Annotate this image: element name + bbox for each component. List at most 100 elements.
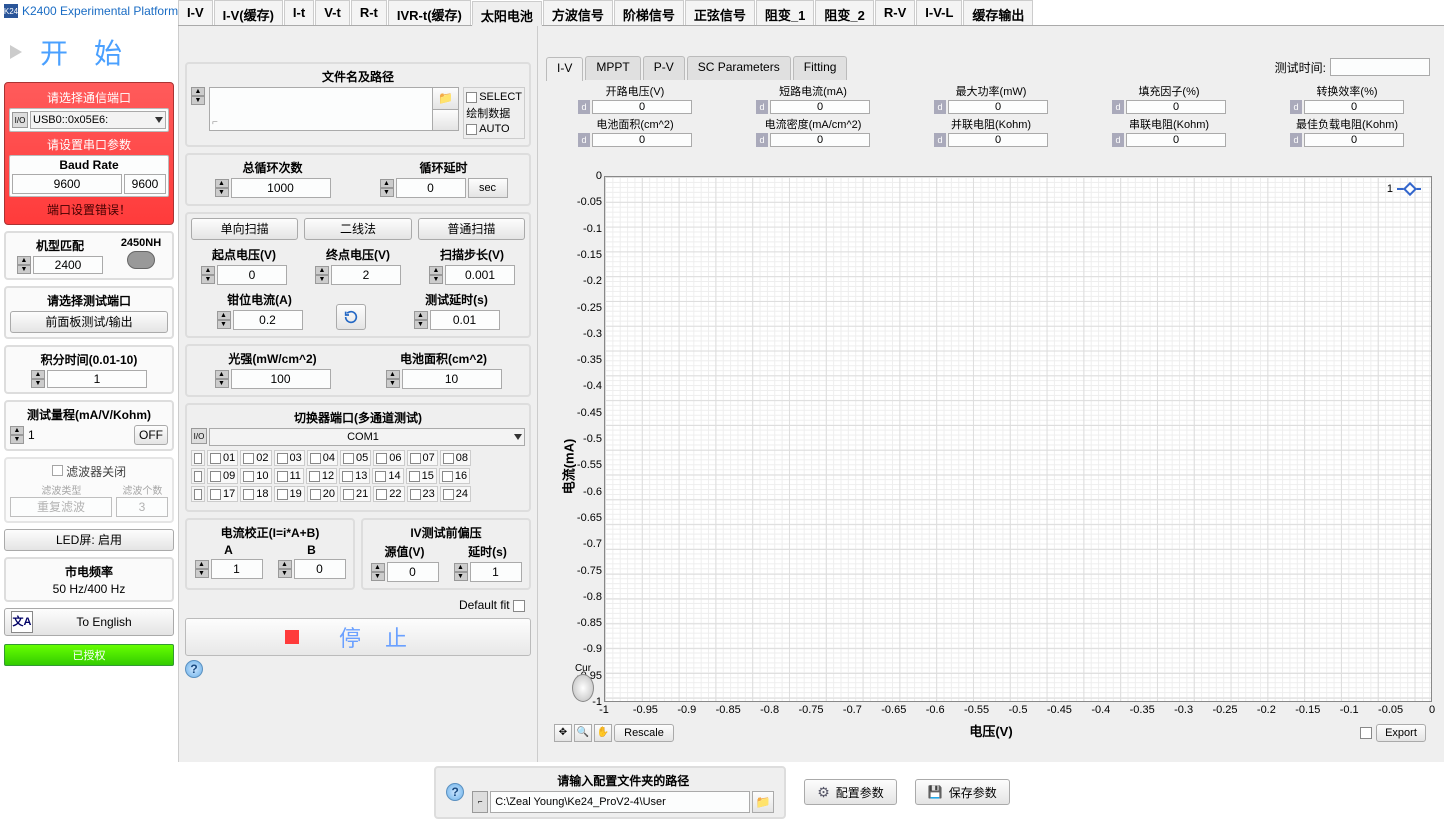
switch-channel-17[interactable]: 17 [207,486,238,502]
main-tab-0[interactable]: I-V [178,0,213,25]
range-spinner[interactable]: ▲▼ [10,426,24,444]
default-fit-checkbox[interactable] [513,600,525,612]
light-field[interactable]: 100 [231,369,331,389]
switch-channel-12[interactable]: 12 [306,468,337,484]
stop-button[interactable]: 停止 [185,618,531,656]
off-button[interactable]: OFF [134,425,168,445]
main-tab-13[interactable]: I-V-L [916,0,962,25]
switch-channel-24[interactable]: 24 [440,486,471,502]
prebias-src-field[interactable]: 0 [387,562,439,582]
clamp-field[interactable]: 0.2 [233,310,303,330]
select-checkbox[interactable] [466,92,477,103]
baud-field-1[interactable]: 9600 [12,174,122,194]
vstep-spinner[interactable]: ▲▼ [429,266,443,284]
main-tab-11[interactable]: 阻变_2 [815,0,873,25]
vstart-field[interactable]: 0 [217,265,287,285]
switch-channel-8[interactable]: 08 [440,450,471,466]
config-browse-button[interactable] [752,791,774,813]
loop-count-spinner[interactable]: ▲▼ [215,179,229,197]
model-field[interactable]: 2400 [33,256,103,274]
vstep-field[interactable]: 0.001 [445,265,515,285]
integ-field[interactable]: 1 [47,370,147,388]
sub-tab-0[interactable]: I-V [546,57,583,81]
test-port-button[interactable]: 前面板测试/输出 [10,311,168,333]
vstart-spinner[interactable]: ▲▼ [201,266,215,284]
prebias-delay-spinner[interactable]: ▲▼ [454,563,468,581]
clamp-spinner[interactable]: ▲▼ [217,311,231,329]
chart-plot-area[interactable]: 1 [604,176,1432,702]
switch-row-check-1[interactable] [191,468,205,484]
main-tab-6[interactable]: 太阳电池 [472,1,542,26]
main-tab-10[interactable]: 阻变_1 [756,0,814,25]
switch-channel-11[interactable]: 11 [274,468,304,484]
switch-channel-19[interactable]: 19 [274,486,305,502]
language-button[interactable]: 文A To English [4,608,174,636]
config-path-field[interactable]: C:\Zeal Young\Ke24_ProV2-4\User [490,791,750,813]
main-tab-5[interactable]: IVR-t(缓存) [388,0,471,25]
main-tab-12[interactable]: R-V [875,0,915,25]
integ-spinner[interactable]: ▲▼ [31,370,45,388]
switch-channel-15[interactable]: 15 [406,468,437,484]
switch-channel-2[interactable]: 02 [240,450,271,466]
main-tab-2[interactable]: I-t [284,0,314,25]
loop-delay-unit[interactable]: sec [468,178,508,198]
main-tab-8[interactable]: 阶梯信号 [614,0,684,25]
sub-tab-1[interactable]: MPPT [585,56,640,80]
model-toggle[interactable] [127,251,155,269]
switch-channel-13[interactable]: 13 [339,468,370,484]
pan-tool-icon[interactable]: ✋ [594,724,612,742]
switch-channel-6[interactable]: 06 [373,450,404,466]
main-tab-3[interactable]: V-t [315,0,350,25]
config-help-icon[interactable]: ? [446,783,464,801]
prebias-delay-field[interactable]: 1 [470,562,522,582]
file-aux-btn[interactable] [432,109,458,131]
wire-mode-button[interactable]: 二线法 [304,218,411,240]
main-tab-1[interactable]: I-V(缓存) [214,0,283,25]
corr-A-spinner[interactable]: ▲▼ [195,560,209,578]
switch-channel-5[interactable]: 05 [340,450,371,466]
switch-channel-16[interactable]: 16 [439,468,470,484]
switch-channel-21[interactable]: 21 [340,486,371,502]
run-arrow-icon[interactable] [10,45,24,59]
switch-channel-3[interactable]: 03 [274,450,305,466]
scan-type-button[interactable]: 普通扫描 [418,218,525,240]
prebias-src-spinner[interactable]: ▲▼ [371,563,385,581]
config-params-button[interactable]: 配置参数 [804,779,897,805]
zoom-tool-icon[interactable]: 🔍 [574,724,592,742]
sub-tab-2[interactable]: P-V [643,56,685,80]
vend-field[interactable]: 2 [331,265,401,285]
switch-channel-10[interactable]: 10 [240,468,271,484]
switch-row-check-2[interactable] [191,486,205,502]
tdelay-spinner[interactable]: ▲▼ [414,311,428,329]
export-checkbox[interactable] [1360,727,1372,739]
corr-B-field[interactable]: 0 [294,559,346,579]
switch-channel-4[interactable]: 04 [307,450,338,466]
light-spinner[interactable]: ▲▼ [215,370,229,388]
loop-delay-field[interactable]: 0 [396,178,466,198]
area-spinner[interactable]: ▲▼ [386,370,400,388]
browse-folder-icon[interactable] [432,88,458,109]
area-field[interactable]: 10 [402,369,502,389]
model-spinner[interactable]: ▲▼ [17,256,31,274]
led-screen-button[interactable]: LED屏: 启用 [4,529,174,551]
sub-tab-4[interactable]: Fitting [793,56,848,80]
baud-field-2[interactable]: 9600 [124,174,166,194]
help-icon[interactable]: ? [185,660,203,678]
cursor-knob[interactable] [572,674,594,702]
loop-count-field[interactable]: 1000 [231,178,331,198]
port-combo[interactable]: USB0::0x05E6: [30,111,166,129]
main-tab-9[interactable]: 正弦信号 [685,0,755,25]
switch-channel-14[interactable]: 14 [372,468,403,484]
loop-delay-spinner[interactable]: ▲▼ [380,179,394,197]
switch-channel-23[interactable]: 23 [407,486,438,502]
sub-tab-3[interactable]: SC Parameters [687,56,791,80]
main-tab-7[interactable]: 方波信号 [543,0,613,25]
switch-port-combo[interactable]: COM1 [209,428,525,446]
chart-legend[interactable]: 1 [1387,183,1421,195]
main-tab-14[interactable]: 缓存输出 [963,0,1033,25]
switch-channel-22[interactable]: 22 [373,486,404,502]
corr-A-field[interactable]: 1 [211,559,263,579]
corr-B-spinner[interactable]: ▲▼ [278,560,292,578]
range-field[interactable]: 1 [28,428,130,442]
export-button[interactable]: Export [1376,724,1426,742]
